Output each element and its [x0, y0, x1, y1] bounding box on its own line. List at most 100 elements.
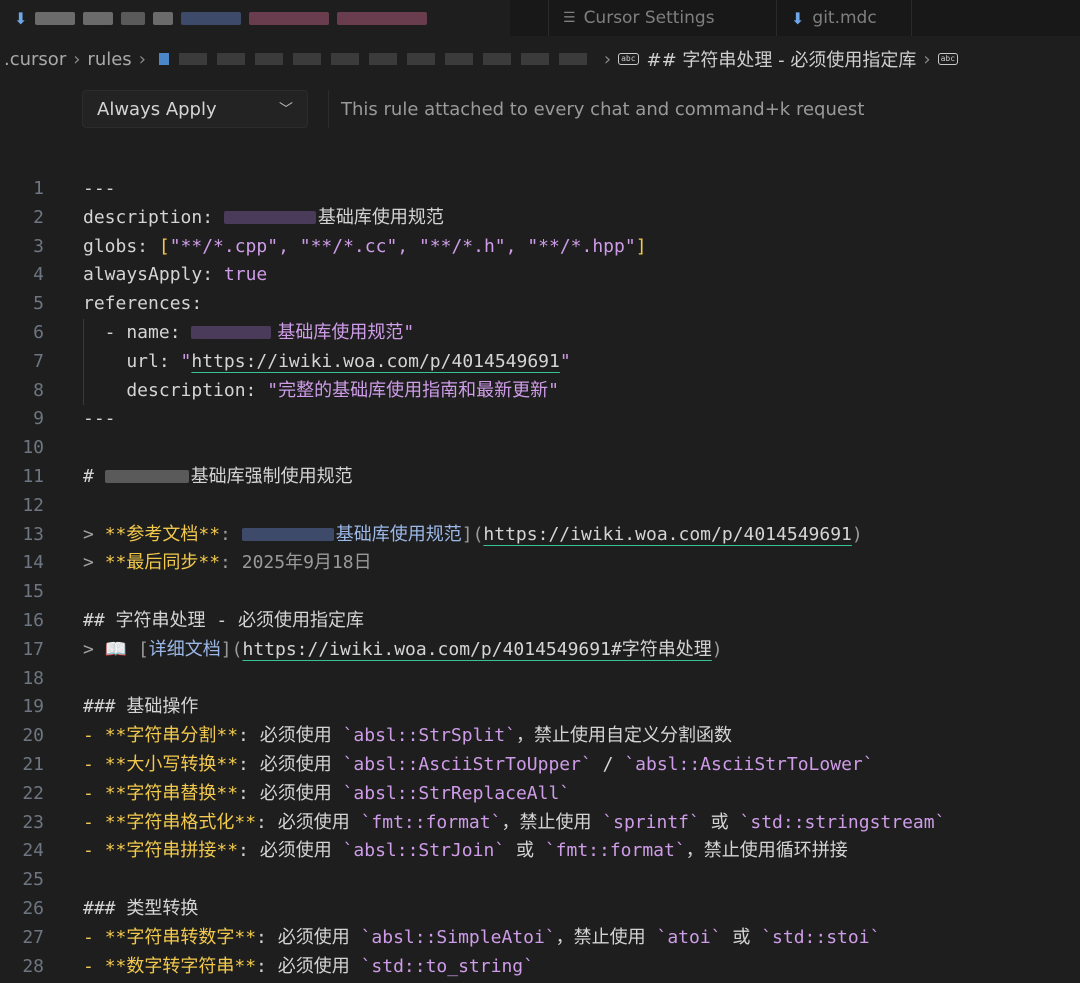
- line-number: 13: [22, 523, 44, 545]
- tab-bar: ⬇ ☰ Cursor Settings ⬇ git.mdc: [0, 0, 1080, 36]
- book-icon: 📖: [104, 638, 128, 660]
- editor-line: 22 - **字符串替换**: 必须使用 `absl::StrReplaceAll…: [0, 780, 1080, 809]
- redacted-text: [241, 528, 334, 542]
- editor-line: 23- **字符串格式化**: 必须使用 `fmt::format`，禁止使用 …: [0, 809, 1080, 838]
- tab-git-mdc[interactable]: ⬇ git.mdc: [776, 0, 912, 36]
- line-number: 11: [22, 465, 44, 487]
- link-bracket: ): [711, 638, 723, 660]
- editor-line: 18: [0, 665, 1080, 694]
- editor-line: 1 ---: [0, 175, 1080, 204]
- heading-text: 基础库强制使用规范: [190, 465, 353, 487]
- tab-cursor-settings[interactable]: ☰ Cursor Settings: [548, 0, 754, 36]
- inline-code: `std::stringstream`: [739, 811, 946, 833]
- list-marker: -: [83, 955, 105, 977]
- colon: :: [220, 552, 242, 574]
- line-number: 25: [22, 869, 44, 891]
- editor-line: 2 description: 基础库使用规范: [0, 204, 1080, 233]
- bold-text: **最后同步**: [104, 552, 221, 574]
- redacted-text: [181, 11, 242, 25]
- settings-list-icon: ☰: [563, 10, 576, 26]
- editor-line: 13 > **参考文档**: 基础库使用规范](https://iwiki.woa…: [0, 521, 1080, 550]
- text: ，禁止使用循环拼接: [685, 840, 848, 862]
- redacted-path: [158, 53, 587, 65]
- inline-code: `atoi`: [656, 926, 722, 948]
- blockquote-marker: >: [83, 523, 105, 545]
- line-number: 3: [33, 235, 44, 257]
- code-editor[interactable]: 1 --- 2 description: 基础库使用规范 3 globs: ["**/…: [0, 175, 1080, 981]
- editor-line: 6 - name: 基础库使用规范": [0, 318, 1080, 348]
- editor-line: 19 ### 基础操作: [0, 693, 1080, 722]
- list-marker: -: [83, 725, 105, 747]
- editor-line: 4 alwaysApply: true: [0, 261, 1080, 290]
- inline-code: `absl::StrSplit`: [342, 725, 516, 747]
- redacted-text: [121, 11, 146, 25]
- editor-line: 11 # 基础库强制使用规范: [0, 463, 1080, 492]
- editor-line: 12: [0, 492, 1080, 521]
- text: : 必须使用: [256, 926, 361, 948]
- bold-text: **字符串分割**: [104, 725, 239, 747]
- breadcrumb-current-symbol[interactable]: ## 字符串处理 - 必须使用指定库: [647, 46, 917, 72]
- editor-line: 20 - **字符串分割**: 必须使用 `absl::StrSplit`，禁止使…: [0, 722, 1080, 751]
- text: : 必须使用: [238, 753, 343, 775]
- heading-text: ### 基础操作: [83, 696, 199, 718]
- text: 或: [505, 840, 545, 862]
- line-number: 6: [33, 321, 44, 343]
- url-link[interactable]: https://iwiki.woa.com/p/4014549691#字符串处理: [242, 639, 711, 660]
- editor-line: 17 > 📖 [详细文档](https://iwiki.woa.com/p/401…: [0, 636, 1080, 665]
- editor-line: 10: [0, 434, 1080, 463]
- redacted-text: [249, 11, 330, 25]
- url-link[interactable]: https://iwiki.woa.com/p/4014549691: [483, 524, 851, 545]
- inline-code: `std::to_string`: [360, 955, 534, 977]
- line-number: 14: [22, 552, 44, 574]
- chevron-right-icon: ›: [603, 48, 612, 70]
- editor-line: 16 ## 字符串处理 - 必须使用指定库: [0, 607, 1080, 636]
- redacted-text: [337, 11, 428, 25]
- line-number: 26: [22, 897, 44, 919]
- rule-description: This rule attached to every chat and com…: [328, 90, 1080, 128]
- line-number: 1: [33, 178, 44, 199]
- editor-line: 7 url: "https://iwiki.woa.com/p/40145496…: [0, 347, 1080, 377]
- blockquote-marker: >: [83, 552, 105, 574]
- breadcrumb-item[interactable]: .cursor: [4, 49, 66, 70]
- redacted-text: [223, 211, 316, 225]
- rule-type-select[interactable]: Always Apply ﹀: [82, 90, 308, 128]
- bold-text: **字符串格式化**: [104, 811, 257, 833]
- heading-text: ## 字符串处理 - 必须使用指定库: [83, 609, 365, 631]
- line-number: 24: [22, 840, 44, 862]
- line-number: 5: [33, 293, 44, 315]
- breadcrumb-item[interactable]: rules: [87, 49, 131, 70]
- editor-line: 28 - **数字转字符串**: 必须使用 `std::to_string`: [0, 953, 1080, 982]
- line-number: 28: [22, 955, 44, 977]
- link-bracket: [: [127, 638, 149, 660]
- inline-code: `std::stoi`: [761, 926, 881, 948]
- text: : 必须使用: [238, 840, 343, 862]
- bracket: ]: [635, 235, 647, 257]
- bold-text: **大小写转换**: [104, 753, 239, 775]
- inline-code: `absl::AsciiStrToLower`: [624, 753, 874, 775]
- line-number: 20: [22, 725, 44, 747]
- bold-text: **字符串拼接**: [104, 840, 239, 862]
- text: : 必须使用: [256, 811, 361, 833]
- line-number: 22: [22, 782, 44, 804]
- tab-active-rule[interactable]: ⬇: [0, 0, 510, 36]
- date-text: 2025年9月18日: [241, 552, 372, 574]
- list-marker: -: [83, 753, 105, 775]
- inline-code: `fmt::format`: [360, 811, 502, 833]
- text: : 必须使用: [256, 955, 361, 977]
- line-number: 15: [22, 581, 44, 603]
- text: ，禁止使用: [501, 811, 603, 833]
- editor-line: 15: [0, 578, 1080, 607]
- tab-label: git.mdc: [812, 8, 877, 28]
- line-number: 8: [33, 379, 44, 401]
- editor-line: 21 - **大小写转换**: 必须使用 `absl::AsciiStrToUpp…: [0, 751, 1080, 780]
- yaml-key: description:: [83, 206, 224, 228]
- text: : 必须使用: [238, 782, 343, 804]
- editor-line: 27 - **字符串转数字**: 必须使用 `absl::SimpleAtoi`，…: [0, 924, 1080, 953]
- list-marker: -: [83, 782, 105, 804]
- editor-line: 25: [0, 866, 1080, 895]
- url-link[interactable]: https://iwiki.woa.com/p/4014549691: [191, 351, 559, 372]
- rule-apply-row: Always Apply ﹀ This rule attached to eve…: [82, 90, 1080, 128]
- text: 或: [721, 926, 762, 948]
- line-number: 21: [22, 753, 44, 775]
- link-bracket: ](: [220, 638, 243, 660]
